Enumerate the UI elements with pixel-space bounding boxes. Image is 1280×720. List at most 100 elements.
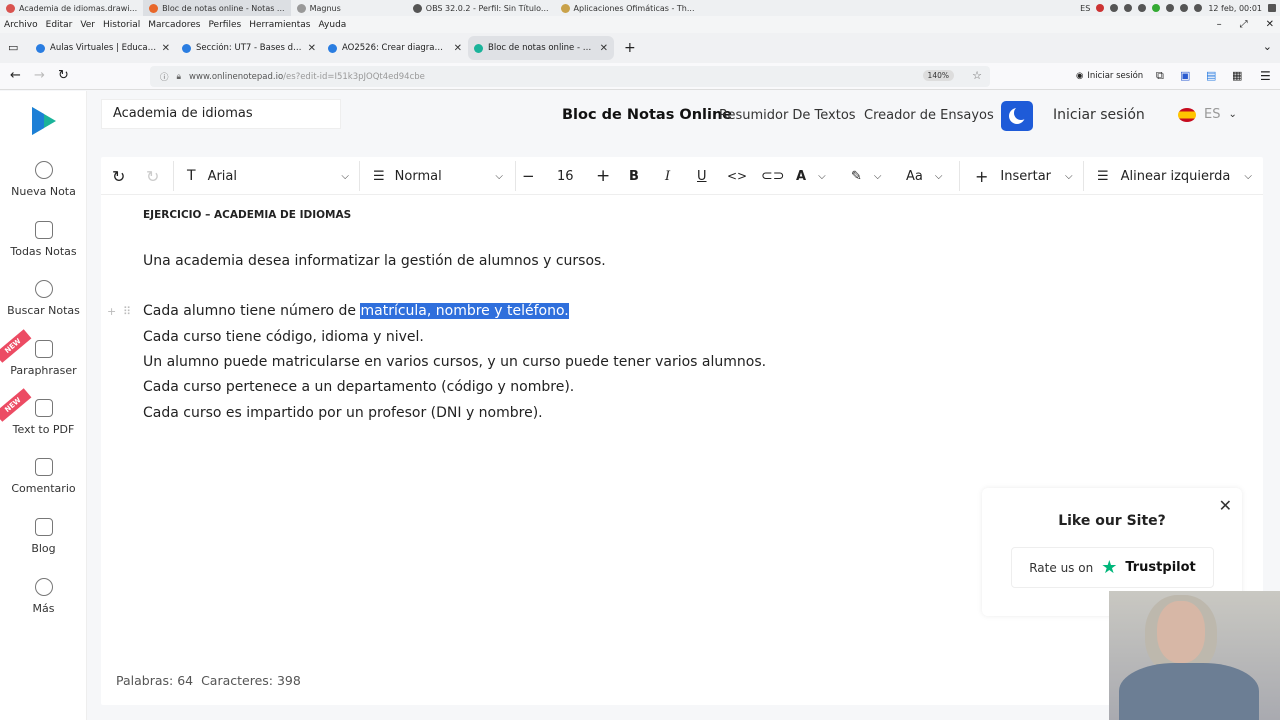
clock[interactable]: 12 feb, 00:01 <box>1208 4 1262 13</box>
os-task-0[interactable]: Academia de idiomas.drawi... <box>0 0 143 16</box>
note-title-input[interactable]: Academia de idiomas <box>101 99 341 129</box>
menu-perfiles[interactable]: Perfiles <box>208 20 241 30</box>
tab-seccion-ut7[interactable]: Sección: UT7 - Bases de datos✕ <box>176 36 322 60</box>
menu-ver[interactable]: Ver <box>80 20 95 30</box>
notification-icon[interactable] <box>1166 4 1175 12</box>
dark-mode-toggle[interactable] <box>1001 101 1033 131</box>
close-tab-icon[interactable]: ✕ <box>308 43 316 54</box>
sidebar-buscar-notas[interactable]: Buscar Notas <box>0 280 87 317</box>
paragraph-style-select[interactable]: ☰ Normal ⌵ <box>373 157 503 195</box>
wifi-icon[interactable] <box>1138 4 1147 12</box>
bold-button[interactable]: B <box>629 157 639 195</box>
record-icon[interactable] <box>1096 4 1105 12</box>
extensions-icon[interactable]: ⧉ <box>1156 69 1164 83</box>
close-tab-icon[interactable]: ✕ <box>600 43 608 54</box>
menu-herramientas[interactable]: Herramientas <box>249 20 310 30</box>
container-icon[interactable]: ▣ <box>1180 69 1190 82</box>
sidebar-comentario[interactable]: Comentario <box>0 458 87 495</box>
menu-editar[interactable]: Editar <box>46 20 73 30</box>
tab-bloc-de-notas[interactable]: Bloc de notas online - Notas P✕ <box>468 36 614 60</box>
align-menu[interactable]: ☰ Alinear izquierda ⌵ <box>1097 157 1252 195</box>
os-task-2[interactable]: Magnus <box>291 0 347 16</box>
hamburger-menu-icon[interactable]: ☰ <box>1260 69 1271 83</box>
zoom-level[interactable]: 140% <box>922 70 954 81</box>
link-resumidor[interactable]: Resumidor De Textos <box>719 108 856 123</box>
forward-icon[interactable]: → <box>34 68 45 83</box>
word-count: Palabras: 64 Caracteres: 398 <box>116 673 301 688</box>
editor-toolbar: ↻ ↻ T Arial ⌵ ☰ Normal ⌵ − 16 + B I U <>… <box>101 157 1263 195</box>
site-brand[interactable]: Bloc de Notas Online <box>562 107 732 123</box>
trustpilot-button[interactable]: Rate us on ★ Trustpilot <box>1011 547 1214 588</box>
tab-list-icon[interactable]: ⌄ <box>1263 40 1272 53</box>
chevron-down-icon: ⌵ <box>495 170 503 182</box>
obs-icon <box>412 3 422 13</box>
sidebar-todas-notas[interactable]: Todas Notas <box>0 221 87 258</box>
menu-ayuda[interactable]: Ayuda <box>319 20 347 30</box>
app-sidebar: Nueva Nota Todas Notas Buscar Notas Para… <box>0 91 87 720</box>
close-tab-icon[interactable]: ✕ <box>162 43 170 54</box>
educamadrid-icon <box>36 43 45 53</box>
bluetooth-icon[interactable] <box>1110 4 1119 12</box>
sidebar-mas[interactable]: Más <box>0 578 87 615</box>
popup-title: Like our Site? <box>1058 513 1166 529</box>
url-text: www.onlinenotepad.io/es?edit-id=I51k3pJO… <box>189 71 425 82</box>
redo-icon[interactable]: ↻ <box>146 157 159 195</box>
decrease-size-button[interactable]: − <box>522 157 535 195</box>
browser-signin[interactable]: ◉ Iniciar sesión <box>1076 71 1143 81</box>
tab-overview-icon[interactable]: ▭ <box>8 41 18 54</box>
os-task-1[interactable]: Bloc de notas online - Notas ... <box>143 0 291 16</box>
back-icon[interactable]: ← <box>10 68 21 83</box>
os-taskbar: Academia de idiomas.drawi... Bloc de not… <box>0 0 1280 16</box>
sidebar-blog[interactable]: Blog <box>0 518 87 555</box>
update-icon[interactable] <box>1152 4 1161 12</box>
power-icon[interactable] <box>1180 4 1189 12</box>
network-icon[interactable] <box>1124 4 1133 12</box>
underline-button[interactable]: U <box>697 157 707 195</box>
bookmark-star-icon[interactable]: ☆ <box>972 69 982 82</box>
drag-handle-icon[interactable]: ⠿ <box>123 305 131 318</box>
link-icon[interactable]: ⊂⊃ <box>761 157 784 195</box>
undo-icon[interactable]: ↻ <box>112 157 125 195</box>
extension-icon[interactable]: ▤ <box>1206 69 1216 82</box>
code-button[interactable]: <> <box>727 157 747 195</box>
profile-icon[interactable]: ▦ <box>1232 69 1242 82</box>
tab-ao2526[interactable]: AO2526: Crear diagramas y b✕ <box>322 36 468 60</box>
close-window-icon[interactable]: ✕ <box>1266 19 1274 30</box>
align-left-icon: ☰ <box>1097 168 1109 184</box>
keyboard-layout[interactable]: ES <box>1080 4 1090 13</box>
language-selector[interactable]: ES ⌄ <box>1178 107 1237 122</box>
font-family-select[interactable]: T Arial ⌵ <box>187 157 349 195</box>
italic-button[interactable]: I <box>665 157 670 195</box>
site-info-icon[interactable]: ⓘ <box>160 71 169 83</box>
maximize-icon[interactable]: ⤢ <box>1240 19 1248 30</box>
app-logo[interactable] <box>30 105 58 137</box>
insert-menu[interactable]: + Insertar ⌵ <box>975 157 1073 195</box>
menu-historial[interactable]: Historial <box>103 20 140 30</box>
add-block-icon[interactable]: + <box>107 305 116 318</box>
tab-aulas-virtuales[interactable]: Aulas Virtuales | EducaMadrid✕ <box>30 36 176 60</box>
volume-icon[interactable] <box>1194 4 1203 12</box>
menu-marcadores[interactable]: Marcadores <box>148 20 200 30</box>
font-icon: T <box>187 168 196 184</box>
os-task-4[interactable]: Aplicaciones Ofimáticas - Th... <box>555 0 701 16</box>
reload-icon[interactable]: ↻ <box>58 68 69 83</box>
minimize-icon[interactable]: – <box>1217 19 1222 30</box>
login-button[interactable]: Iniciar sesión <box>1053 107 1145 123</box>
text-case-button[interactable]: Aa ⌵ <box>906 157 942 195</box>
desktop-icon[interactable] <box>1268 4 1276 12</box>
font-size-input[interactable]: 16 <box>557 157 574 195</box>
paragraph-2: Cada alumno tiene número de matrícula, n… <box>143 303 569 319</box>
new-tab-icon[interactable]: + <box>624 40 636 56</box>
close-tab-icon[interactable]: ✕ <box>454 43 462 54</box>
chevron-down-icon: ⌵ <box>934 170 943 182</box>
chevron-down-icon: ⌵ <box>341 170 349 182</box>
menu-archivo[interactable]: Archivo <box>4 20 38 30</box>
text-color-button[interactable]: A ⌵ <box>796 157 826 195</box>
sidebar-nueva-nota[interactable]: Nueva Nota <box>0 161 87 198</box>
more-icon <box>34 578 53 596</box>
link-creador-ensayos[interactable]: Creador de Ensayos <box>864 108 994 123</box>
url-bar[interactable]: ⓘ 🔒︎ www.onlinenotepad.io/es?edit-id=I51… <box>150 66 990 87</box>
highlight-button[interactable]: ✎ ⌵ <box>851 157 882 195</box>
increase-size-button[interactable]: + <box>596 157 610 195</box>
os-task-3[interactable]: OBS 32.0.2 - Perfil: Sin Título... <box>407 0 555 16</box>
